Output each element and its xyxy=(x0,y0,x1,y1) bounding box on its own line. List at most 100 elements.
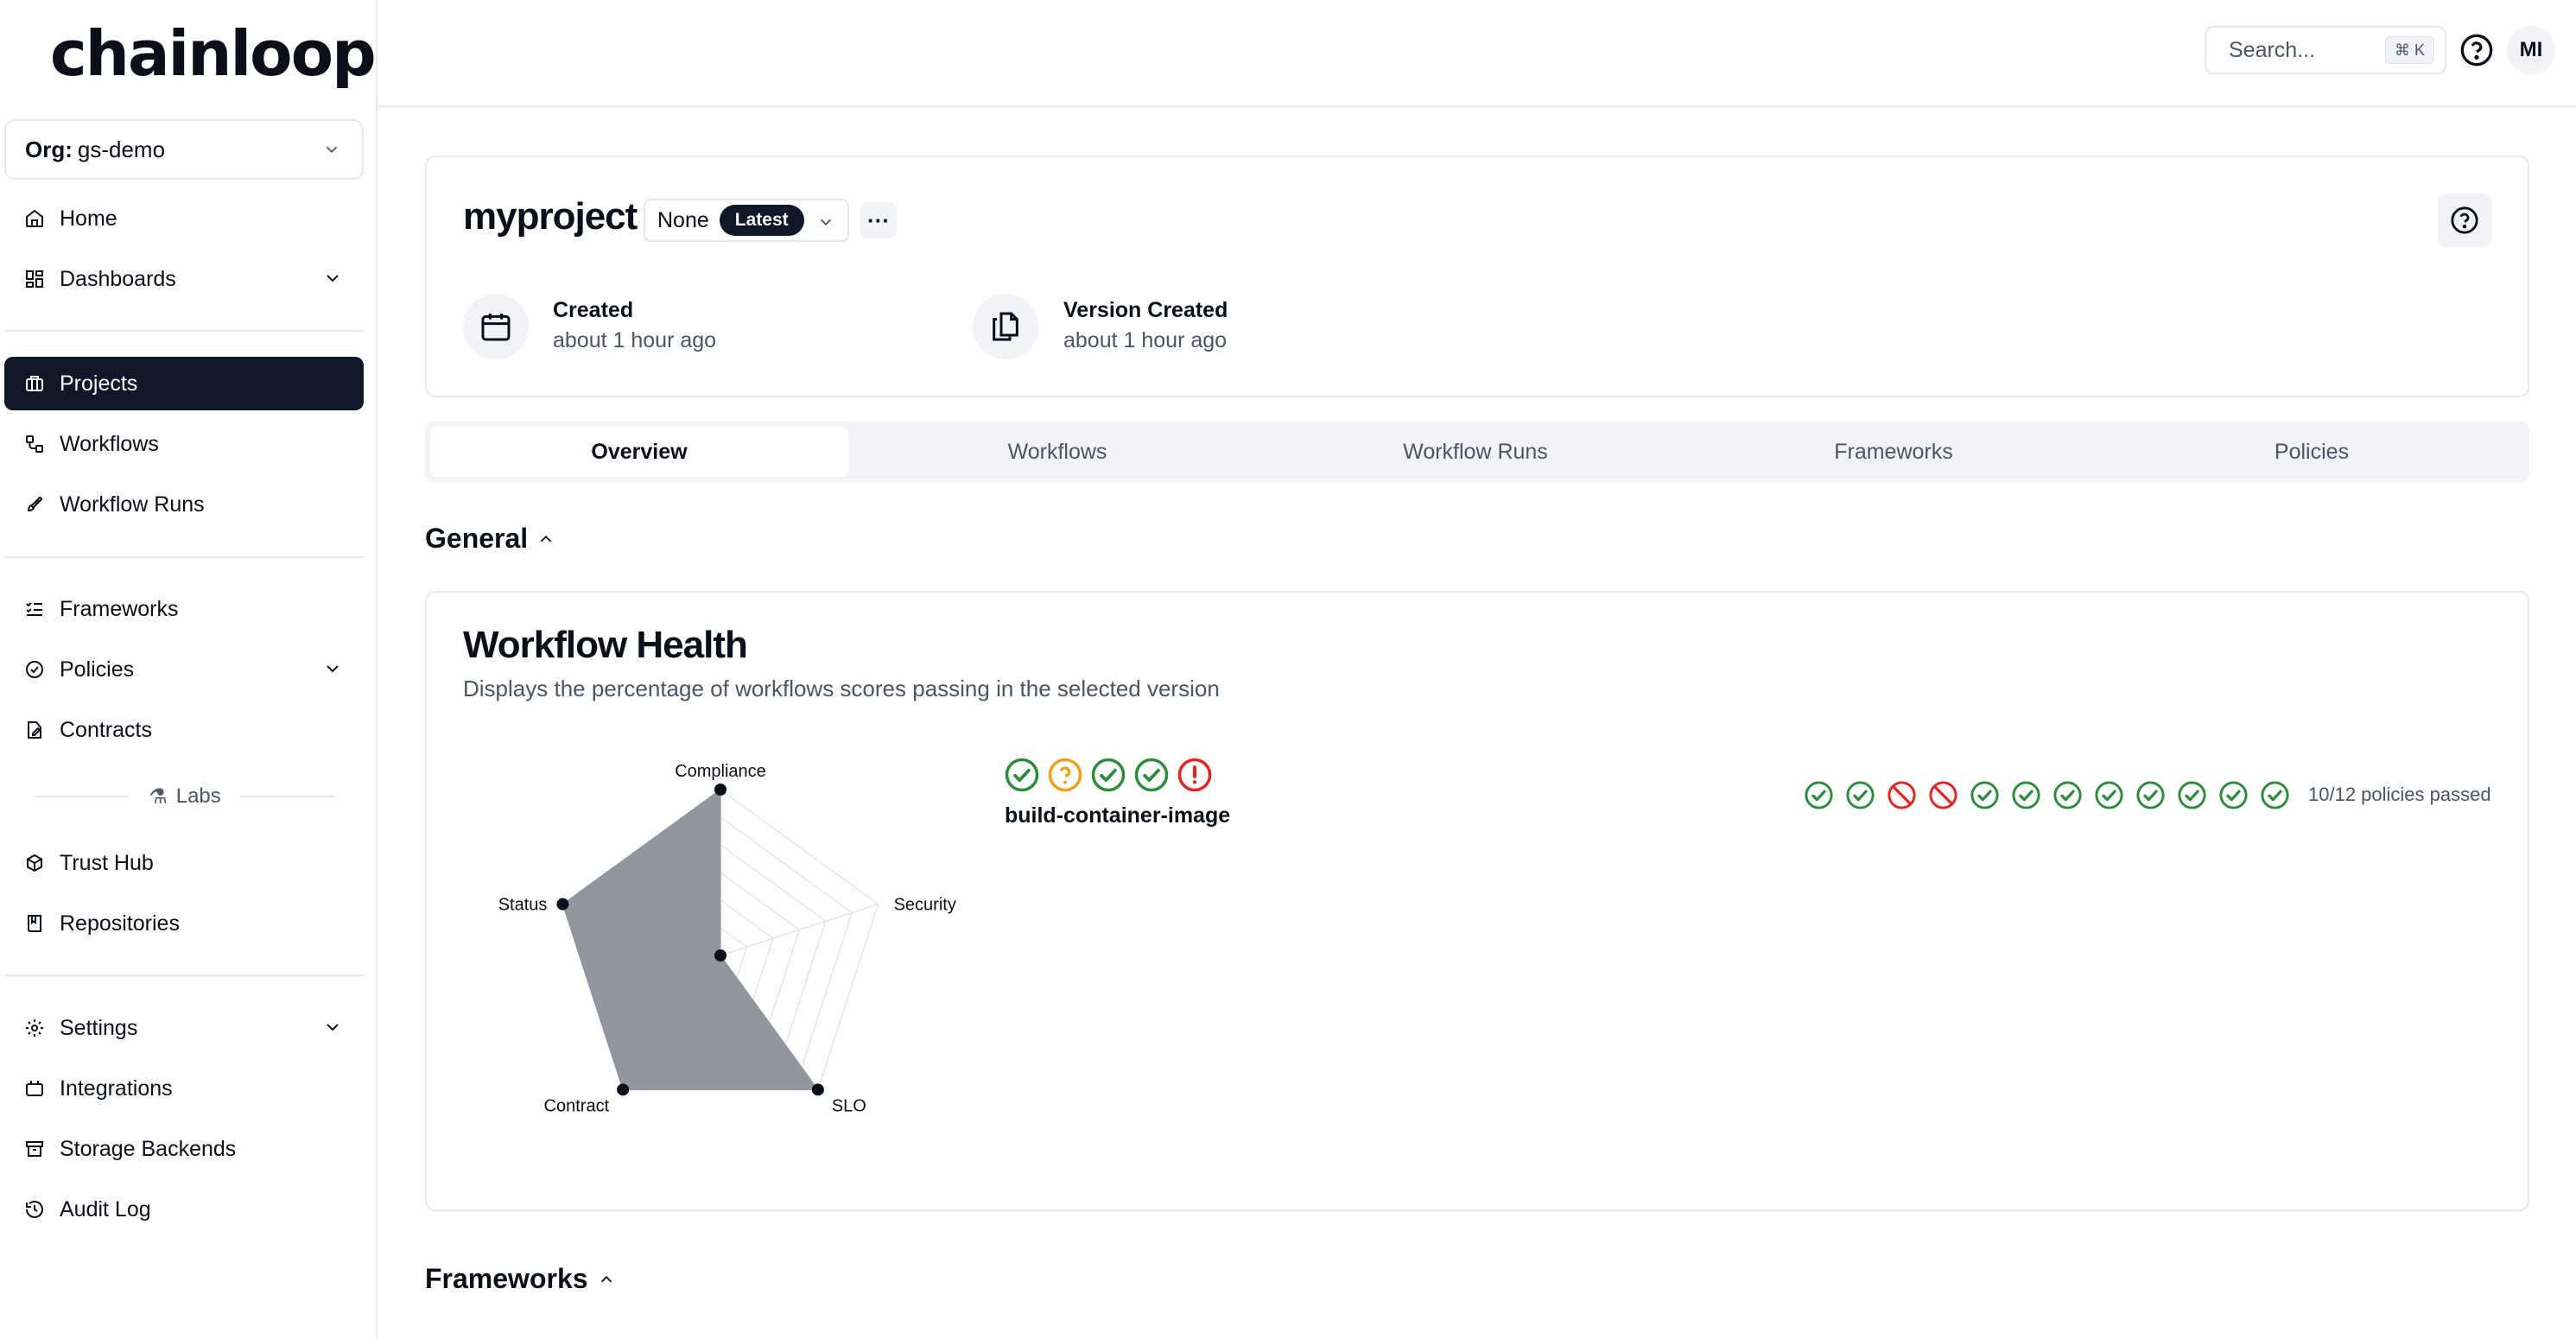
version-created-value: about 1 hour ago xyxy=(1063,328,1228,352)
sidebar-item-contracts[interactable]: Contracts xyxy=(4,703,364,757)
chainloop-logo[interactable]: chainloop xyxy=(50,17,377,90)
radar-series-area xyxy=(562,789,819,1090)
calendar-icon xyxy=(463,294,529,359)
sidebar-divider xyxy=(4,974,364,976)
sidebar-item-settings[interactable]: Settings xyxy=(4,1001,364,1055)
sidebar-item-workflow-runs[interactable]: Workflow Runs xyxy=(4,478,364,531)
sidebar-item-label: Home xyxy=(60,206,117,231)
version-value: None xyxy=(657,207,709,232)
radar-chart: Compliance Security SLO Contract Status xyxy=(498,762,956,1115)
pass-circle-icon[interactable] xyxy=(2218,780,2249,810)
sidebar-divider xyxy=(4,556,364,558)
pass-circle-icon[interactable] xyxy=(1845,780,1875,810)
chevron-down-icon xyxy=(327,665,339,673)
sidebar-item-label: Repositories xyxy=(60,911,180,936)
alert-circle-icon[interactable] xyxy=(1177,757,1213,793)
sidebar-item-label: Policies xyxy=(60,657,135,682)
sidebar-item-label: Contracts xyxy=(60,717,152,742)
question-circle-icon[interactable] xyxy=(1047,757,1083,793)
file-pen-icon xyxy=(23,719,46,741)
sidebar-item-label: Trust Hub xyxy=(60,850,154,875)
more-options-button[interactable]: ··· xyxy=(860,202,897,238)
org-value: gs-demo xyxy=(77,136,166,162)
workflow-icon xyxy=(23,433,46,455)
help-icon[interactable] xyxy=(2459,33,2494,67)
tab-overview[interactable]: Overview xyxy=(430,427,848,477)
created-label: Created xyxy=(553,298,634,322)
section-general-toggle[interactable]: General xyxy=(425,523,555,555)
radar-point[interactable] xyxy=(714,784,726,796)
radar-point[interactable] xyxy=(617,1083,630,1096)
sidebar-item-projects[interactable]: Projects xyxy=(4,357,364,410)
sidebar-item-home[interactable]: Home xyxy=(4,192,364,245)
sidebar-item-label: Frameworks xyxy=(60,596,179,621)
sidebar-item-workflows[interactable]: Workflows xyxy=(4,417,364,471)
sidebar-item-dashboards[interactable]: Dashboards xyxy=(4,252,364,306)
created-value: about 1 hour ago xyxy=(553,328,717,352)
pass-circle-icon[interactable] xyxy=(1004,757,1040,793)
briefcase-icon xyxy=(23,372,46,395)
tab-bar: Overview Workflows Workflow Runs Framewo… xyxy=(425,422,2529,482)
dashboard-icon xyxy=(23,268,46,290)
sidebar-item-label: Audit Log xyxy=(60,1196,151,1222)
sidebar-item-label: Integrations xyxy=(60,1076,173,1101)
pass-circle-icon[interactable] xyxy=(2177,780,2207,810)
sidebar-item-storage-backends[interactable]: Storage Backends xyxy=(4,1122,364,1176)
tab-workflows[interactable]: Workflows xyxy=(848,427,1266,477)
help-button[interactable] xyxy=(2438,194,2491,247)
sidebar-item-label: Projects xyxy=(60,371,138,396)
blocked-icon[interactable] xyxy=(1887,780,1917,810)
workflow-health-description: Displays the percentage of workflows sco… xyxy=(463,676,1220,701)
sidebar-item-integrations[interactable]: Integrations xyxy=(4,1062,364,1115)
pass-circle-icon[interactable] xyxy=(2260,780,2290,810)
radar-axis-label: SLO xyxy=(832,1096,866,1115)
tab-policies[interactable]: Policies xyxy=(2103,427,2521,477)
chevron-up-icon xyxy=(541,535,552,542)
sidebar-divider xyxy=(4,330,364,332)
search-placeholder: Search... xyxy=(2229,37,2316,62)
pass-circle-icon[interactable] xyxy=(2011,780,2041,810)
workflow-name[interactable]: build-container-image xyxy=(1005,803,1230,828)
sidebar-item-audit-log[interactable]: Audit Log xyxy=(4,1183,364,1236)
project-header-card xyxy=(425,155,2529,397)
sidebar-item-trust-hub[interactable]: Trust Hub xyxy=(4,836,364,890)
sidebar-item-label: Settings xyxy=(60,1015,138,1040)
copy-files-icon xyxy=(973,294,1038,359)
radar-point[interactable] xyxy=(714,949,726,961)
workflow-health-title: Workflow Health xyxy=(463,624,748,666)
home-icon xyxy=(23,207,46,230)
flask-icon: ⚗ xyxy=(149,784,168,809)
pass-circle-icon[interactable] xyxy=(1133,757,1170,793)
pass-circle-icon[interactable] xyxy=(2135,780,2166,810)
pass-circle-icon[interactable] xyxy=(2094,780,2124,810)
circle-check-icon xyxy=(23,658,46,681)
org-selector[interactable]: Org: gs-demo xyxy=(4,119,364,180)
policies-summary: 10/12 policies passed xyxy=(2308,784,2491,805)
chevron-down-icon xyxy=(326,146,338,154)
pass-circle-icon[interactable] xyxy=(2053,780,2083,810)
plug-icon xyxy=(23,1077,46,1100)
version-selector[interactable]: None Latest xyxy=(644,199,849,242)
radar-point[interactable] xyxy=(556,898,569,911)
chevron-up-icon xyxy=(600,1275,612,1282)
tab-workflow-runs[interactable]: Workflow Runs xyxy=(1266,427,1685,477)
radar-point[interactable] xyxy=(811,1083,824,1096)
sidebar-item-repositories[interactable]: Repositories xyxy=(4,897,364,950)
pass-circle-icon[interactable] xyxy=(1970,780,2000,810)
rocket-icon xyxy=(23,493,46,516)
project-title: myproject xyxy=(463,195,638,238)
sidebar-item-label: Storage Backends xyxy=(60,1136,237,1161)
sidebar: chainloop Org: gs-demo Home Dashboards P… xyxy=(0,0,378,1339)
tab-frameworks[interactable]: Frameworks xyxy=(1685,427,2103,477)
search-input[interactable]: Search... ⌘ K xyxy=(2205,26,2446,74)
blocked-icon[interactable] xyxy=(1928,780,1958,810)
chevron-down-icon xyxy=(327,1024,339,1031)
radar-axis-label: Contract xyxy=(544,1096,610,1115)
pass-circle-icon[interactable] xyxy=(1804,780,1834,810)
avatar[interactable]: MI xyxy=(2507,26,2555,74)
sidebar-item-frameworks[interactable]: Frameworks xyxy=(4,582,364,636)
sidebar-item-policies[interactable]: Policies xyxy=(4,643,364,696)
radar-axis-label: Compliance xyxy=(675,762,766,781)
pass-circle-icon[interactable] xyxy=(1090,757,1126,793)
section-frameworks-toggle[interactable]: Frameworks xyxy=(425,1263,616,1295)
